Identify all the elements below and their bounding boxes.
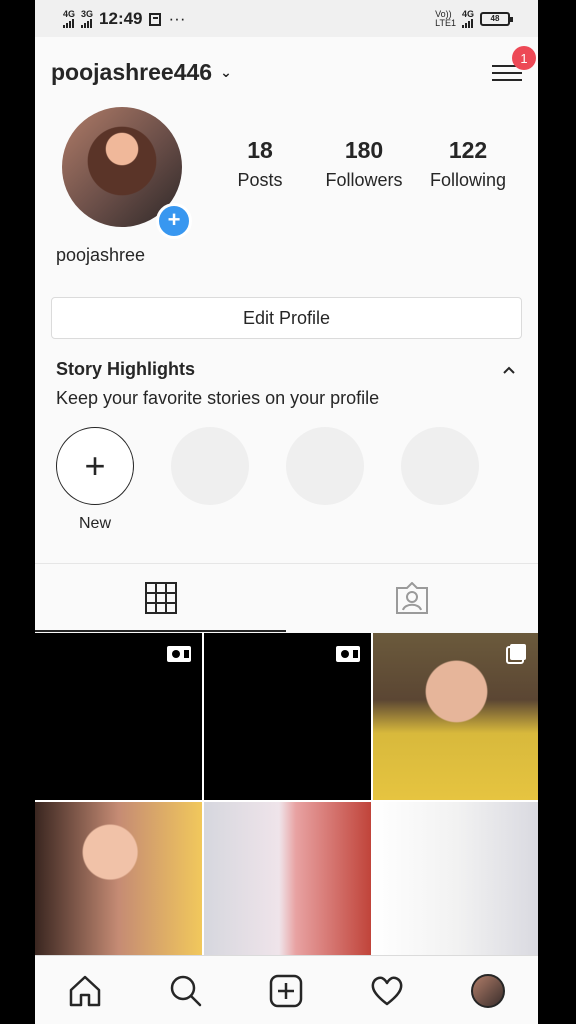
- display-name: poojashree: [56, 245, 146, 265]
- following-label: Following: [429, 170, 507, 190]
- stat-posts[interactable]: 18 Posts: [220, 137, 300, 191]
- signal-icon-3: 4G: [461, 9, 474, 28]
- notification-badge: 1: [512, 46, 536, 70]
- post-thumbnail[interactable]: [204, 633, 371, 800]
- chevron-up-icon[interactable]: [501, 365, 517, 375]
- add-story-icon[interactable]: +: [156, 203, 192, 239]
- new-highlight[interactable]: + New: [56, 427, 134, 533]
- bottom-nav: [35, 955, 538, 1024]
- highlight-placeholder: [401, 427, 479, 533]
- search-icon[interactable]: [169, 974, 203, 1008]
- highlights-title: Story Highlights: [56, 359, 195, 379]
- post-thumbnail[interactable]: [35, 633, 202, 800]
- followers-count: 180: [344, 137, 384, 163]
- account-switcher[interactable]: poojashree446 ⌄: [51, 59, 232, 86]
- stat-followers[interactable]: 180 Followers: [319, 137, 409, 191]
- profile-header: poojashree446 ⌄ 1: [35, 37, 538, 107]
- active-tab-indicator: [35, 630, 286, 632]
- highlight-placeholder: [286, 427, 364, 533]
- story-highlights: Story Highlights Keep your favorite stor…: [35, 359, 538, 533]
- signal-icon-2: 3G: [81, 9, 93, 28]
- post-thumbnail[interactable]: [204, 802, 371, 969]
- tab-tagged[interactable]: [287, 564, 539, 632]
- status-bar: 4G 3G 12:49 ··· Vo)) LTE1 4G 48: [35, 0, 538, 37]
- profile-info: + 18 Posts 180 Followers 122 Following p…: [35, 107, 538, 297]
- sim-icon: [148, 12, 161, 26]
- plus-icon: +: [56, 427, 134, 505]
- heart-icon[interactable]: [370, 974, 404, 1008]
- profile-tab-avatar[interactable]: [470, 973, 505, 1008]
- tab-grid[interactable]: [35, 564, 287, 632]
- video-icon: [336, 646, 360, 662]
- stat-following[interactable]: 122 Following: [423, 137, 513, 191]
- highlights-subtitle: Keep your favorite stories on your profi…: [56, 388, 380, 408]
- home-icon[interactable]: [68, 974, 102, 1008]
- following-count: 122: [448, 137, 488, 163]
- hamburger-line: [492, 79, 522, 81]
- instagram-profile-screen: 4G 3G 12:49 ··· Vo)) LTE1 4G 48 poojashr…: [35, 0, 538, 1024]
- hamburger-line: [492, 72, 522, 74]
- highlight-placeholder: [171, 427, 249, 533]
- battery-icon: 48: [480, 11, 513, 26]
- signal-icon-1: 4G: [63, 9, 75, 28]
- posts-grid: [35, 633, 538, 969]
- header-username: poojashree446: [51, 58, 213, 85]
- post-thumbnail[interactable]: [373, 802, 538, 969]
- chevron-down-icon: ⌄: [220, 63, 232, 80]
- carousel-icon: [506, 644, 526, 664]
- tagged-icon: [396, 582, 429, 614]
- grid-icon: [144, 582, 177, 614]
- posts-count: 18: [247, 137, 273, 163]
- video-icon: [167, 646, 191, 662]
- menu-button[interactable]: 1: [492, 46, 536, 84]
- more-status-icon: ···: [168, 8, 186, 28]
- profile-tabs: [35, 563, 538, 632]
- followers-label: Followers: [325, 170, 403, 190]
- post-thumbnail[interactable]: [373, 633, 538, 800]
- new-highlight-label: New: [78, 515, 111, 532]
- volte-icon: Vo)) LTE1: [435, 8, 456, 28]
- posts-label: Posts: [237, 170, 283, 190]
- edit-profile-button[interactable]: Edit Profile: [51, 297, 522, 339]
- post-thumbnail[interactable]: [35, 802, 202, 969]
- clock: 12:49: [99, 8, 143, 28]
- new-post-icon[interactable]: [269, 974, 303, 1008]
